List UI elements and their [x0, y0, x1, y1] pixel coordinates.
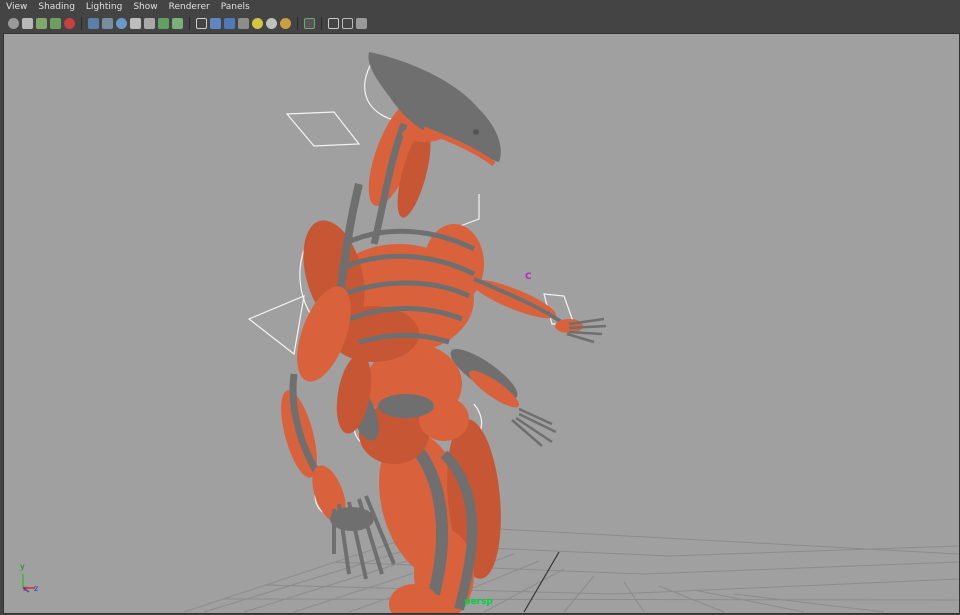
wireframe-icon[interactable] — [196, 17, 207, 29]
panel-toolbar — [0, 14, 960, 32]
bookmark-icon[interactable] — [36, 17, 47, 29]
camera-attr-icon[interactable] — [22, 17, 33, 29]
panel-menubar: View Shading Lighting Show Renderer Pane… — [0, 0, 960, 14]
cube-icon[interactable] — [328, 17, 339, 29]
scene-canvas — [183, 52, 959, 613]
menu-lighting[interactable]: Lighting — [80, 0, 127, 14]
select-highlight-icon[interactable] — [304, 17, 315, 29]
shadows-icon[interactable] — [266, 17, 277, 29]
toolbar-separator — [81, 16, 82, 30]
ground-grid — [183, 525, 959, 613]
layout-icon[interactable] — [342, 17, 353, 29]
film-gate-icon[interactable] — [102, 17, 113, 29]
menu-show[interactable]: Show — [127, 0, 162, 14]
safe-action-icon[interactable] — [130, 17, 141, 29]
toolbar-separator — [321, 16, 322, 30]
toolbar-separator — [189, 16, 190, 30]
field-chart-icon[interactable] — [144, 17, 155, 29]
toolbar-separator — [297, 16, 298, 30]
menu-panels[interactable]: Panels — [215, 0, 255, 14]
menu-renderer[interactable]: Renderer — [163, 0, 215, 14]
image-plane-icon[interactable] — [50, 17, 61, 29]
3d-viewport[interactable]: C persp y x z — [3, 33, 960, 614]
grid-icon[interactable] — [88, 17, 99, 29]
high-quality-icon[interactable] — [280, 17, 291, 29]
axis-label-z: z — [34, 584, 39, 593]
use-lights-icon[interactable] — [238, 17, 249, 29]
camera-select-icon[interactable] — [8, 17, 19, 29]
axis-label-x: x — [23, 584, 28, 593]
graph-icon[interactable] — [356, 17, 367, 29]
isolate-icon[interactable] — [64, 17, 75, 29]
smooth-shade-icon[interactable] — [210, 17, 221, 29]
xray-icon[interactable] — [158, 17, 169, 29]
grid-axis-line — [523, 551, 560, 613]
textured-icon[interactable] — [172, 17, 183, 29]
maya-viewport-panel: View Shading Lighting Show Renderer Pane… — [0, 0, 960, 615]
default-light-icon[interactable] — [252, 17, 263, 29]
menu-shading[interactable]: Shading — [32, 0, 80, 14]
camera-name-label: persp — [464, 597, 493, 607]
menu-view[interactable]: View — [0, 0, 32, 14]
resolution-gate-icon[interactable] — [116, 17, 127, 29]
bounding-box-icon[interactable] — [224, 17, 235, 29]
manipulator-label: C — [525, 272, 532, 282]
axis-icon — [22, 574, 35, 593]
right-arm — [472, 277, 607, 344]
axis-label-y: y — [20, 562, 25, 571]
